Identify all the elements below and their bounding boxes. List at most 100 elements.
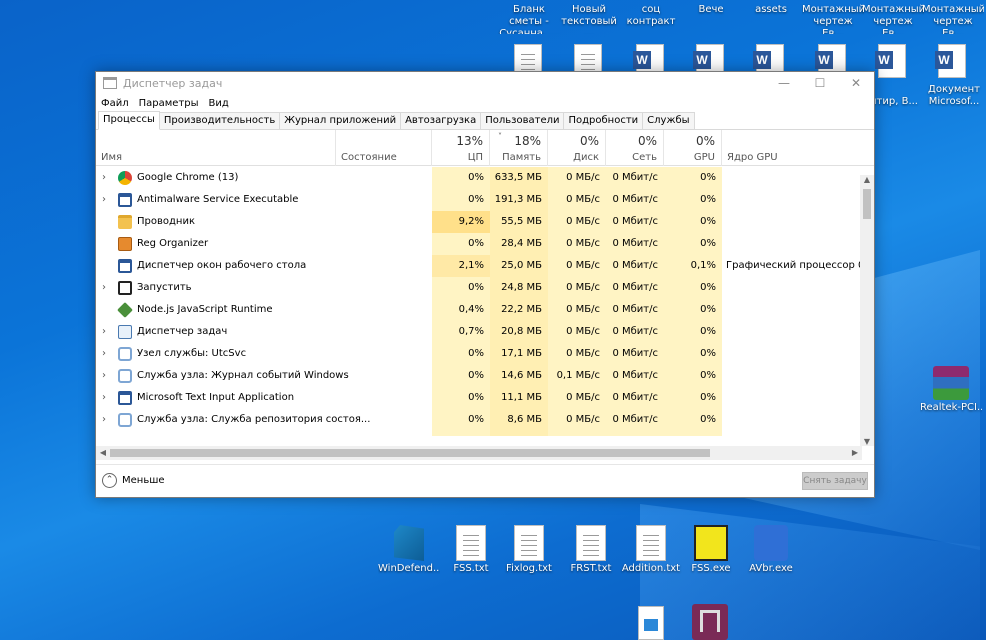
expand-chevron-icon[interactable]: › bbox=[102, 387, 106, 409]
table-row[interactable]: › Запустить 0% 24,8 МБ 0 МБ/с 0 Мбит/с 0% bbox=[96, 277, 862, 299]
cell-cpu: 0% bbox=[432, 387, 490, 409]
expand-chevron-icon[interactable]: › bbox=[102, 321, 106, 343]
tab-processes[interactable]: Процессы bbox=[98, 111, 160, 130]
process-name: Microsoft Text Input Application bbox=[137, 392, 295, 403]
desktop-icon[interactable]: Монтажный чертеж Ев... bbox=[802, 4, 864, 34]
minimize-button[interactable]: — bbox=[766, 72, 802, 94]
text-file-icon bbox=[514, 525, 544, 561]
horizontal-scrollbar[interactable]: ◀ ▶ bbox=[96, 446, 862, 460]
word-document-icon[interactable]: W bbox=[875, 44, 906, 78]
desktop-icon-label-partial[interactable]: Документ Microsof... bbox=[924, 84, 984, 108]
app-icon-partial[interactable] bbox=[692, 604, 728, 640]
cell-disk: 0 МБ/с bbox=[548, 277, 606, 299]
desktop-icon-label: Addition.txt bbox=[621, 563, 681, 574]
scroll-left-icon[interactable]: ◀ bbox=[96, 446, 110, 460]
column-gpu[interactable]: 0% GPU bbox=[664, 130, 722, 166]
tab-services[interactable]: Службы bbox=[642, 112, 695, 129]
desktop-icon[interactable]: соц контракт bbox=[620, 4, 682, 34]
process-name: Служба узла: Служба репозитория состоя..… bbox=[137, 414, 371, 425]
chrome-icon bbox=[118, 171, 132, 185]
menu-options[interactable]: Параметры bbox=[139, 98, 199, 109]
desktop-icon[interactable]: FRST.txt bbox=[560, 525, 622, 575]
table-row[interactable]: Node.js JavaScript Runtime 0,4% 22,2 МБ 0 М… bbox=[96, 299, 862, 321]
expand-chevron-icon[interactable]: › bbox=[102, 409, 106, 431]
expand-chevron-icon[interactable]: › bbox=[102, 343, 106, 365]
winrar-archive-icon bbox=[933, 366, 969, 400]
cell-net: 0 Мбит/с bbox=[606, 387, 664, 409]
memory-total-percent: 18% bbox=[514, 134, 541, 148]
cell-disk: 0,1 МБ/с bbox=[548, 365, 606, 387]
column-name[interactable]: Имя bbox=[96, 130, 336, 166]
table-row[interactable]: › Узел службы: UtcSvc 0% 17,1 МБ 0 МБ/с 0 Мби… bbox=[96, 343, 862, 365]
scroll-up-icon[interactable]: ▲ bbox=[860, 175, 874, 184]
column-status[interactable]: Состояние bbox=[336, 130, 432, 166]
column-cpu[interactable]: 13% ЦП bbox=[432, 130, 490, 166]
process-name: Узел службы: UtcSvc bbox=[137, 348, 247, 359]
table-row[interactable]: › Диспетчер задач 0,7% 20,8 МБ 0 МБ/с 0 Мбит/… bbox=[96, 321, 862, 343]
desktop-icon[interactable]: WinDefend.... bbox=[378, 525, 440, 575]
title-bar[interactable]: Диспетчер задач — ☐ ✕ bbox=[96, 72, 874, 94]
desktop-icon[interactable]: Новый текстовый ... bbox=[558, 4, 620, 34]
desktop-icon-realtek[interactable]: Realtek-PCI... bbox=[920, 366, 982, 414]
column-disk[interactable]: 0% Диск bbox=[548, 130, 606, 166]
image-file-icon[interactable] bbox=[638, 606, 664, 640]
tab-startup[interactable]: Автозагрузка bbox=[400, 112, 482, 129]
table-row[interactable]: Проводник 9,2% 55,5 МБ 0 МБ/с 0 Мбит/с 0% bbox=[96, 211, 862, 233]
process-name: Antimalware Service Executable bbox=[137, 194, 299, 205]
tab-users[interactable]: Пользователи bbox=[480, 112, 565, 129]
desktop-icon[interactable]: AVbr.exe bbox=[740, 525, 802, 575]
tab-performance[interactable]: Производительность bbox=[158, 112, 281, 129]
desktop-icon[interactable]: FSS.exe bbox=[680, 525, 742, 575]
cell-gpu-engine bbox=[726, 343, 862, 365]
close-button[interactable]: ✕ bbox=[838, 72, 874, 94]
sort-down-icon: ˅ bbox=[498, 132, 502, 141]
table-row[interactable]: Диспетчер окон рабочего стола 2,1% 25,0 МБ… bbox=[96, 255, 862, 277]
fewer-details-button[interactable]: ⌃ Меньше bbox=[102, 473, 165, 488]
desktop-icon[interactable]: FSS.txt bbox=[440, 525, 502, 575]
horizontal-scroll-thumb[interactable] bbox=[110, 449, 710, 457]
process-name: Reg Organizer bbox=[137, 238, 209, 249]
table-row[interactable]: › Antimalware Service Executable 0% 191,3 М… bbox=[96, 189, 862, 211]
scroll-right-icon[interactable]: ▶ bbox=[848, 446, 862, 460]
column-fill bbox=[664, 431, 722, 436]
column-gpu-engine[interactable]: Ядро GPU bbox=[722, 130, 862, 166]
expand-chevron-icon[interactable]: › bbox=[102, 277, 106, 299]
desktop-icon[interactable]: Монтажный чертеж Ев... bbox=[862, 4, 924, 34]
table-row[interactable]: Reg Organizer 0% 28,4 МБ 0 МБ/с 0 Мбит/с 0% bbox=[96, 233, 862, 255]
desktop-icon[interactable]: Монтажный чертеж Ев... bbox=[922, 4, 984, 34]
desktop-icon-label: WinDefend.... bbox=[378, 563, 440, 574]
table-row[interactable]: › Microsoft Text Input Application 0% 11,1 … bbox=[96, 387, 862, 409]
tab-app-history[interactable]: Журнал приложений bbox=[279, 112, 402, 129]
desktop-icon[interactable]: Вече bbox=[680, 4, 742, 34]
desktop-icon[interactable]: Addition.txt bbox=[620, 525, 682, 575]
column-memory[interactable]: ˅ 18% Память bbox=[490, 130, 548, 166]
table-row[interactable]: › Служба узла: Служба репозитория состоя.… bbox=[96, 409, 862, 431]
scroll-down-icon[interactable]: ▼ bbox=[860, 437, 874, 446]
table-row[interactable]: › Google Chrome (13) 0% 633,5 МБ 0 МБ/с 0 Мби… bbox=[96, 167, 862, 189]
cell-gpu-engine bbox=[726, 299, 862, 321]
cell-gpu-engine bbox=[726, 233, 862, 255]
word-logo-icon: W bbox=[753, 51, 771, 69]
menu-file[interactable]: Файл bbox=[101, 98, 129, 109]
task-manager-icon bbox=[118, 325, 132, 339]
end-task-button[interactable]: Снять задачу bbox=[802, 472, 868, 490]
tab-details[interactable]: Подробности bbox=[563, 112, 644, 129]
desktop-icon[interactable]: Fixlog.txt bbox=[498, 525, 560, 575]
cell-cpu: 0% bbox=[432, 167, 490, 189]
vertical-scrollbar[interactable]: ▲ ▼ bbox=[860, 175, 874, 446]
desktop-icon[interactable]: Бланк сметы - Сусанна, ... bbox=[498, 4, 560, 34]
vertical-scroll-thumb[interactable] bbox=[863, 189, 871, 219]
word-document-icon[interactable]: W bbox=[935, 44, 966, 78]
desktop-icon-label: нтир, В... bbox=[870, 96, 918, 107]
app-window-icon bbox=[118, 193, 132, 207]
desktop-icon-label: FSS.exe bbox=[691, 563, 731, 574]
table-row[interactable]: › Служба узла: Журнал событий Windows 0% 14… bbox=[96, 365, 862, 387]
expand-chevron-icon[interactable]: › bbox=[102, 189, 106, 211]
expand-chevron-icon[interactable]: › bbox=[102, 365, 106, 387]
desktop-icon[interactable]: assets bbox=[740, 4, 802, 34]
column-network[interactable]: 0% Сеть bbox=[606, 130, 664, 166]
expand-chevron-icon[interactable]: › bbox=[102, 167, 106, 189]
maximize-button[interactable]: ☐ bbox=[802, 72, 838, 94]
cell-disk: 0 МБ/с bbox=[548, 299, 606, 321]
menu-view[interactable]: Вид bbox=[209, 98, 229, 109]
